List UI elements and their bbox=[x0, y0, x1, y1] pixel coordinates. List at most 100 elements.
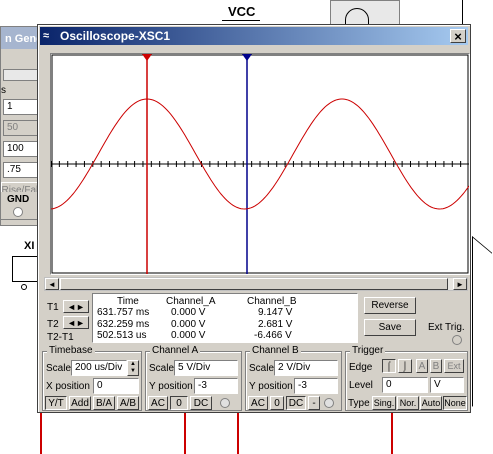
probe-wire-2 bbox=[184, 412, 186, 454]
rising-edge-button[interactable]: ⌠ bbox=[382, 359, 396, 373]
falling-edge-icon: ⌡ bbox=[402, 361, 408, 371]
ext-trig-terminal[interactable] bbox=[452, 335, 462, 345]
type-label: Type bbox=[348, 398, 370, 409]
scope-display[interactable] bbox=[51, 54, 469, 274]
scroll-thumb[interactable] bbox=[60, 278, 448, 290]
trigger-label: Trigger bbox=[350, 345, 386, 356]
mode-ab-button[interactable]: A/B bbox=[117, 396, 139, 410]
save-button[interactable]: Save bbox=[364, 319, 416, 336]
channel-b-label: Channel B bbox=[250, 345, 301, 356]
x-position-field[interactable]: 0 bbox=[93, 378, 139, 394]
channel-a-ypos-label: Y position bbox=[149, 381, 193, 392]
timebase-label: Timebase bbox=[47, 345, 95, 356]
t2-t1-channel-b: -6.466 V bbox=[254, 330, 292, 341]
trigger-level-unit[interactable]: V bbox=[430, 377, 464, 393]
window-title: Oscilloscope-XSC1 bbox=[60, 29, 171, 43]
probe-wire-1 bbox=[40, 412, 42, 454]
channel-a-scale-label: Scale bbox=[149, 363, 175, 374]
timebase-scale-label: Scale bbox=[46, 363, 72, 374]
channel-b-group: Channel B Scale 2 V/Div Y position -3 AC… bbox=[245, 345, 342, 411]
t1-channel-a: 0.000 V bbox=[171, 307, 206, 318]
trigger-level-field[interactable]: 0 bbox=[382, 377, 428, 393]
duty-cycle-field: 50 bbox=[3, 120, 39, 136]
frequency-unit-label: s bbox=[1, 85, 6, 96]
reverse-button[interactable]: Reverse bbox=[364, 297, 416, 314]
gnd-label: GND bbox=[7, 194, 30, 205]
channel-a-ypos-field[interactable]: -3 bbox=[194, 378, 238, 394]
trigger-single-button[interactable]: Sing. bbox=[372, 396, 396, 410]
t2-t1-channel-a: 0.000 V bbox=[171, 330, 206, 341]
trigger-source-b-button[interactable]: B bbox=[430, 359, 442, 373]
gnd-radio[interactable] bbox=[13, 207, 23, 217]
t1-label: T1 bbox=[47, 302, 59, 313]
close-button[interactable]: × bbox=[450, 28, 466, 44]
mode-yt-button[interactable]: Y/T bbox=[45, 396, 67, 410]
channel-b-ypos-label: Y position bbox=[249, 381, 293, 392]
schematic-shape-right bbox=[472, 236, 492, 423]
edge-label: Edge bbox=[349, 362, 373, 373]
title-bar[interactable]: ≈ Oscilloscope-XSC1 × bbox=[40, 27, 468, 45]
oscilloscope-window: ≈ Oscilloscope-XSC1 × ◄ ► T1 ◄► T2 ◄► T2… bbox=[37, 24, 471, 413]
falling-edge-button[interactable]: ⌡ bbox=[398, 359, 412, 373]
channel-b-scale-field[interactable]: 2 V/Div bbox=[274, 360, 338, 376]
ext-trig-label: Ext Trig. bbox=[428, 322, 465, 333]
mode-add-button[interactable]: Add bbox=[69, 396, 91, 410]
vcc-label: VCC bbox=[228, 4, 256, 19]
close-icon: × bbox=[454, 28, 462, 44]
channel-a-scale-field[interactable]: 5 V/Div bbox=[174, 360, 238, 376]
t2-time: 632.259 ms bbox=[97, 319, 150, 330]
mode-ba-button[interactable]: B/A bbox=[93, 396, 115, 410]
channel-a-header: Channel_A bbox=[166, 296, 216, 307]
timebase-scale-field[interactable]: 200 us/Div bbox=[71, 360, 127, 376]
scroll-right-button[interactable]: ► bbox=[453, 278, 467, 290]
trigger-none-button[interactable]: None bbox=[443, 396, 467, 410]
level-label: Level bbox=[349, 380, 373, 391]
channel-b-dc-button[interactable]: DC bbox=[286, 396, 306, 410]
scope-app-icon: ≈ bbox=[43, 30, 50, 42]
t2-t1-time: 502.513 us bbox=[97, 330, 147, 341]
cursor-t1-marker bbox=[142, 54, 152, 61]
t2-label: T2 bbox=[47, 319, 59, 330]
horizontal-scrollbar[interactable]: ◄ ► bbox=[44, 277, 468, 291]
waveform-sine-icon[interactable] bbox=[3, 69, 39, 81]
x-position-label: X position bbox=[46, 381, 90, 392]
channel-b-ac-button[interactable]: AC bbox=[248, 396, 268, 410]
t2-channel-a: 0.000 V bbox=[171, 319, 206, 330]
scope-screen-frame bbox=[50, 53, 470, 275]
channel-b-ypos-field[interactable]: -3 bbox=[294, 378, 338, 394]
channel-b-zero-button[interactable]: 0 bbox=[270, 396, 284, 410]
channel-a-dc-button[interactable]: DC bbox=[190, 396, 212, 410]
channel-b-minus-button[interactable]: - bbox=[308, 396, 320, 410]
scroll-left-button[interactable]: ◄ bbox=[45, 278, 59, 290]
function-generator-title: n Gener bbox=[1, 27, 41, 49]
channel-b-terminal[interactable] bbox=[324, 398, 334, 408]
t2-t1-label: T2-T1 bbox=[47, 332, 74, 343]
t1-time: 631.757 ms bbox=[97, 307, 150, 318]
cursor-t2-marker bbox=[242, 54, 252, 61]
trigger-source-ext-button[interactable]: Ext bbox=[444, 359, 464, 373]
amplitude-field[interactable]: 100 bbox=[3, 141, 39, 157]
timebase-spin-button[interactable]: ▲ ▼ bbox=[127, 360, 139, 376]
channel-b-header: Channel_B bbox=[247, 296, 297, 307]
offset-field[interactable]: .75 bbox=[3, 162, 39, 178]
trigger-group: Trigger Edge ⌠ ⌡ A B Ext Level 0 V Type … bbox=[345, 345, 468, 411]
t1-arrows-button[interactable]: ◄► bbox=[63, 300, 89, 313]
trigger-source-a-button[interactable]: A bbox=[416, 359, 428, 373]
channel-b-scale-label: Scale bbox=[249, 363, 275, 374]
trigger-auto-button[interactable]: Auto bbox=[420, 396, 442, 410]
function-generator-symbol[interactable] bbox=[12, 256, 38, 282]
channel-a-label: Channel A bbox=[150, 345, 201, 356]
channel-a-terminal[interactable] bbox=[220, 398, 230, 408]
probe-wire-3 bbox=[237, 412, 239, 454]
probe-wire-4 bbox=[391, 412, 393, 454]
scope-grid bbox=[51, 54, 469, 274]
trigger-normal-button[interactable]: Nor. bbox=[397, 396, 419, 410]
t1-channel-b: 9.147 V bbox=[258, 307, 293, 318]
t2-arrows-button[interactable]: ◄► bbox=[63, 316, 89, 329]
frequency-field[interactable]: 1 bbox=[3, 99, 39, 115]
channel-b-trace bbox=[51, 98, 469, 210]
channel-a-ac-button[interactable]: AC bbox=[148, 396, 168, 410]
generator-terminal bbox=[21, 284, 27, 290]
channel-a-zero-button[interactable]: 0 bbox=[170, 396, 188, 410]
gnd-panel: GND bbox=[0, 192, 40, 220]
